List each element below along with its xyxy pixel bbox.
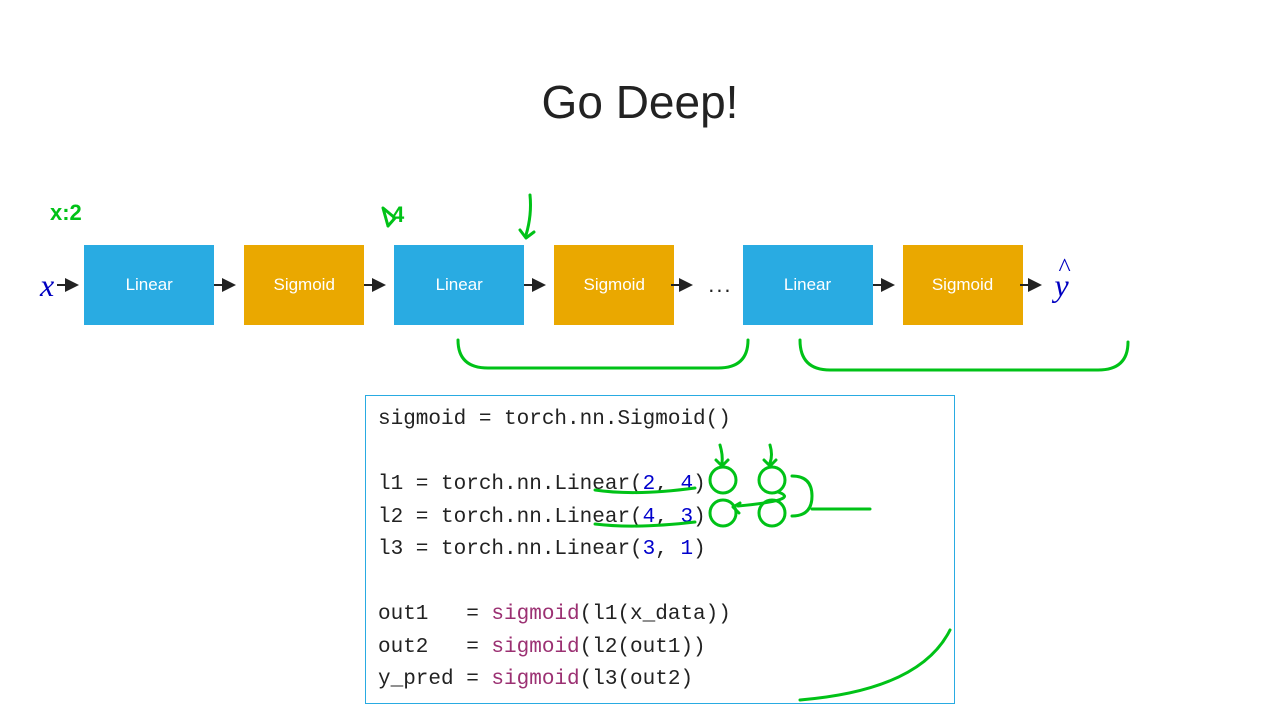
network-flow: x Linear Sigmoid Linear Sigmoid ... Line… (40, 245, 1240, 325)
code-line: out1 = sigmoid(l1(x_data)) (378, 599, 942, 632)
block-sigmoid-n: Sigmoid (903, 245, 1023, 325)
block-linear-2: Linear (394, 245, 524, 325)
arrow-icon (372, 278, 386, 292)
code-line (378, 567, 942, 600)
block-sigmoid-2: Sigmoid (554, 245, 674, 325)
variable-x: x (40, 267, 54, 304)
code-line (378, 437, 942, 470)
code-line: l3 = torch.nn.Linear(3, 1) (378, 534, 942, 567)
block-linear-n: Linear (743, 245, 873, 325)
arrow-icon (532, 278, 546, 292)
code-block: sigmoid = torch.nn.Sigmoid() l1 = torch.… (365, 395, 955, 704)
annotation-x2: x:2 (50, 200, 82, 225)
code-line: l2 = torch.nn.Linear(4, 3) (378, 502, 942, 535)
code-line: sigmoid = torch.nn.Sigmoid() (378, 404, 942, 437)
slide-title: Go Deep! (0, 75, 1280, 129)
code-line: out2 = sigmoid(l2(out1)) (378, 632, 942, 665)
arrow-icon (679, 278, 693, 292)
arrow-icon (65, 278, 79, 292)
ellipsis: ... (708, 272, 732, 298)
arrow-icon (222, 278, 236, 292)
block-linear-1: Linear (84, 245, 214, 325)
annotation-4: 4 (392, 202, 405, 227)
arrow-icon (1028, 278, 1042, 292)
block-sigmoid-1: Sigmoid (244, 245, 364, 325)
arrow-icon (881, 278, 895, 292)
variable-y-hat: ^y (1055, 267, 1069, 304)
code-line: y_pred = sigmoid(l3(out2) (378, 664, 942, 697)
code-line: l1 = torch.nn.Linear(2, 4) (378, 469, 942, 502)
